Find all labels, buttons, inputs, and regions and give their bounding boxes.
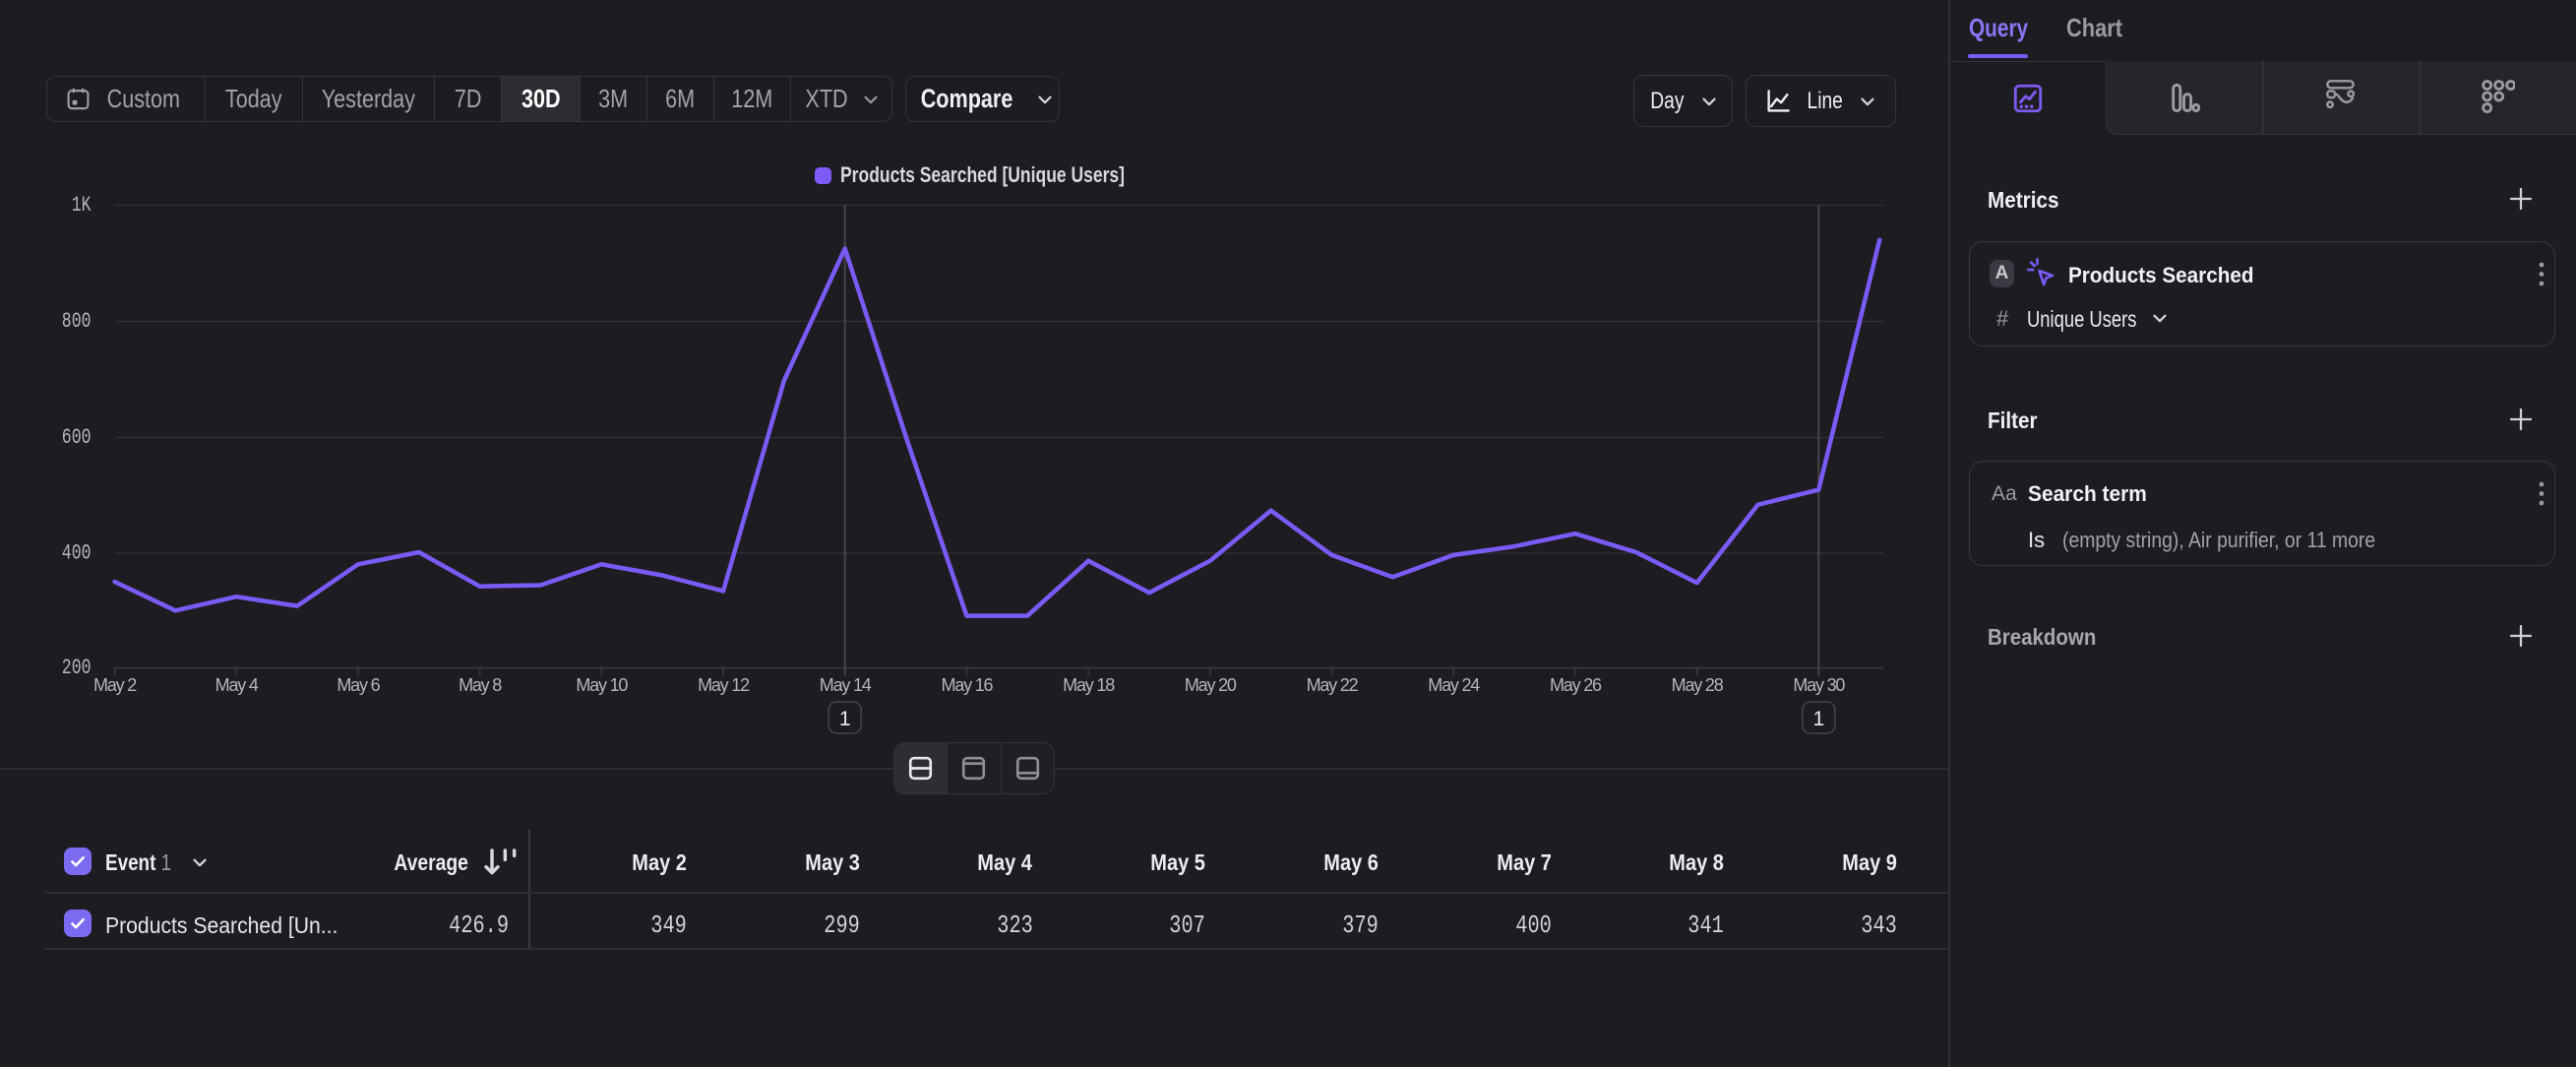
svg-text:May 20: May 20 [1185,675,1237,695]
svg-text:May 22: May 22 [1307,675,1359,695]
svg-text:May 30: May 30 [1793,675,1845,695]
svg-text:600: 600 [62,425,92,450]
svg-text:400: 400 [62,540,92,565]
svg-text:1: 1 [839,708,851,730]
svg-text:May 6: May 6 [337,675,380,695]
svg-text:1K: 1K [72,193,92,218]
svg-text:May 18: May 18 [1063,675,1115,695]
svg-text:May 24: May 24 [1428,675,1480,695]
svg-text:May 28: May 28 [1672,675,1724,695]
svg-text:May 12: May 12 [698,675,750,695]
svg-text:200: 200 [62,656,92,680]
svg-text:May 14: May 14 [820,675,872,695]
svg-text:Products Searched [Unique User: Products Searched [Unique Users] [840,162,1125,187]
svg-text:May 16: May 16 [941,675,993,695]
svg-text:1: 1 [1812,708,1824,730]
svg-text:May 2: May 2 [93,675,137,695]
svg-text:800: 800 [62,309,92,334]
svg-text:May 4: May 4 [215,675,259,695]
svg-text:May 10: May 10 [576,675,628,695]
svg-text:May 26: May 26 [1550,675,1602,695]
svg-text:May 8: May 8 [459,675,502,695]
